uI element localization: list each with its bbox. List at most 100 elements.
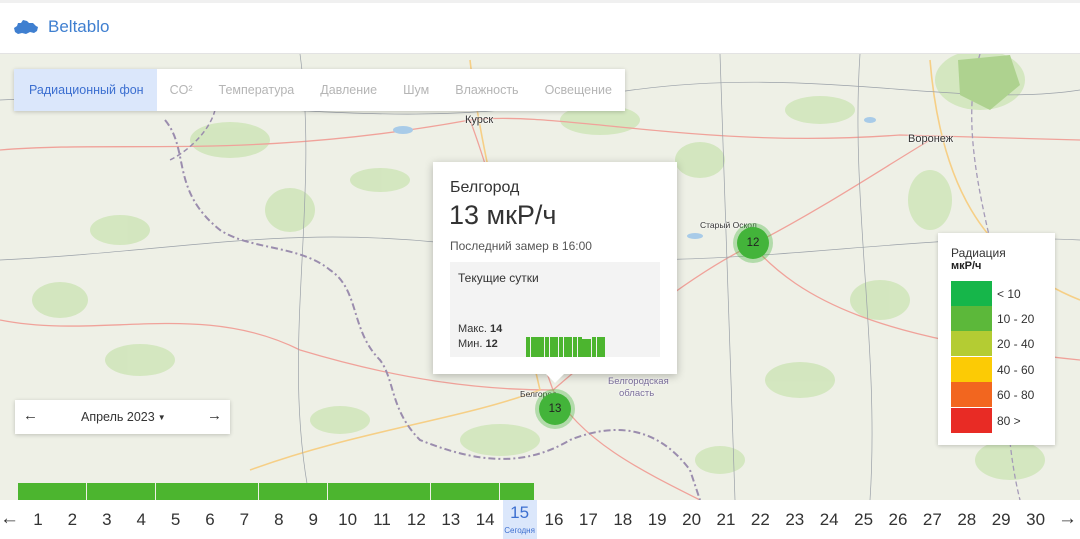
day-number: 18	[613, 510, 633, 529]
day-button[interactable]: 6	[193, 500, 227, 539]
day-button[interactable]: 11	[365, 500, 399, 539]
legend-swatch	[951, 382, 992, 407]
daily-bar	[224, 483, 259, 500]
day-button[interactable]: 17	[571, 500, 605, 539]
daily-bar	[430, 483, 465, 500]
day-button[interactable]: 19	[640, 500, 674, 539]
day-today[interactable]: 15 Сегодня	[502, 500, 537, 539]
tab-noise[interactable]: Шум	[390, 69, 442, 111]
hourly-bar	[554, 337, 559, 357]
legend-swatch	[951, 306, 992, 331]
daily-bar	[258, 483, 293, 500]
header: Beltablo	[0, 3, 1080, 54]
month-dropdown[interactable]: Апрель 2023 ▼	[81, 410, 166, 424]
popup-min-label: Мин.	[458, 338, 483, 350]
day-button[interactable]: 4	[124, 500, 158, 539]
daily-bar	[86, 483, 121, 500]
logo[interactable]: Beltablo	[12, 17, 109, 37]
day-button[interactable]: 13	[434, 500, 468, 539]
tab-radiation[interactable]: Радиационный фон	[14, 69, 157, 111]
tab-temperature[interactable]: Температура	[206, 69, 308, 111]
popup-day-title: Текущие сутки	[458, 271, 539, 285]
day-button[interactable]: 23	[778, 500, 812, 539]
day-button[interactable]: 28	[950, 500, 984, 539]
daily-bar	[52, 483, 87, 500]
day-button[interactable]: 10	[331, 500, 365, 539]
app-name: Beltablo	[48, 17, 110, 36]
hourly-bar	[530, 337, 535, 357]
day-button[interactable]: 7	[227, 500, 261, 539]
legend-label: 60 - 80	[997, 388, 1035, 402]
day-number: 14	[475, 510, 495, 529]
day-button[interactable]: 18	[606, 500, 640, 539]
map-marker-stary-oskol[interactable]: 12	[737, 227, 769, 259]
legend-label: 20 - 40	[997, 337, 1035, 351]
day-number: 12	[406, 510, 426, 529]
day-button[interactable]: 16	[537, 500, 571, 539]
hourly-bar	[587, 339, 592, 357]
legend-swatch	[951, 408, 992, 433]
day-button[interactable]: 20	[675, 500, 709, 539]
day-button[interactable]: 27	[915, 500, 949, 539]
day-number: 3	[102, 510, 112, 529]
month-label: Апрель 2023	[81, 410, 155, 424]
day-number: 11	[373, 510, 391, 529]
next-month-button[interactable]: →	[207, 407, 222, 424]
daily-value-bars	[0, 482, 1080, 500]
hourly-bar	[573, 337, 578, 357]
popup-value: 13 мкР/ч	[449, 200, 557, 230]
day-button[interactable]: 9	[296, 500, 330, 539]
legend-label: 80 >	[997, 414, 1021, 428]
daily-bar	[396, 483, 431, 500]
next-days-arrow[interactable]: →	[1058, 508, 1077, 530]
prev-month-button[interactable]: ←	[23, 407, 38, 424]
hourly-bar	[544, 337, 549, 357]
popup-daily-box: Текущие сутки Макс. 14 Мин. 12	[450, 262, 660, 357]
day-number: 27	[922, 510, 942, 529]
popup-last-measure: Последний замер в 16:00	[450, 239, 592, 253]
day-button[interactable]: 1	[21, 500, 55, 539]
day-number: 26	[888, 510, 908, 529]
map-marker-belgorod[interactable]: 13	[539, 393, 571, 425]
hourly-bar	[526, 337, 531, 357]
day-number: 30	[1026, 510, 1046, 529]
day-button[interactable]: 21	[709, 500, 743, 539]
legend-label: 10 - 20	[997, 312, 1035, 326]
legend-item: 10 - 20	[951, 306, 1051, 331]
day-button[interactable]: 8	[262, 500, 296, 539]
tab-illumination[interactable]: Освещение	[532, 69, 625, 111]
metric-tabs: Радиационный фон CO² Температура Давлени…	[14, 69, 625, 111]
popup-min: Мин. 12	[458, 338, 498, 350]
day-button[interactable]: 12	[399, 500, 433, 539]
day-button[interactable]: 14	[468, 500, 502, 539]
day-button[interactable]: 5	[159, 500, 193, 539]
day-button[interactable]: 26	[881, 500, 915, 539]
map-label-voronezh: Воронеж	[908, 133, 954, 145]
day-number: 23	[785, 510, 805, 529]
tab-pressure[interactable]: Давление	[307, 69, 390, 111]
day-number: 25	[854, 510, 874, 529]
tab-humidity[interactable]: Влажность	[442, 69, 531, 111]
day-button[interactable]: 29	[984, 500, 1018, 539]
day-button[interactable]: 30	[1019, 500, 1053, 539]
tab-co2[interactable]: CO²	[157, 69, 206, 111]
legend-swatch	[951, 281, 992, 306]
day-button[interactable]: 22	[743, 500, 777, 539]
day-number: 4	[136, 510, 146, 529]
day-button[interactable]: 25	[847, 500, 881, 539]
day-number: 20	[682, 510, 702, 529]
day-number: 17	[578, 510, 598, 529]
legend-item: 20 - 40	[951, 331, 1051, 356]
radiation-legend: Радиация мкР/ч < 10 10 - 20 20 - 40 40 -…	[938, 233, 1055, 445]
popup-max: Макс. 14	[458, 323, 502, 335]
hourly-bar	[577, 337, 582, 357]
day-button[interactable]: 24	[812, 500, 846, 539]
prev-days-arrow[interactable]: ←	[0, 508, 19, 530]
daily-bar	[121, 483, 156, 500]
legend-item: 80 >	[951, 408, 1051, 433]
day-number: 2	[67, 510, 78, 529]
day-button[interactable]: 3	[90, 500, 124, 539]
day-button[interactable]: 2	[55, 500, 89, 539]
legend-item: 60 - 80	[951, 382, 1051, 407]
day-number: 28	[957, 510, 977, 529]
